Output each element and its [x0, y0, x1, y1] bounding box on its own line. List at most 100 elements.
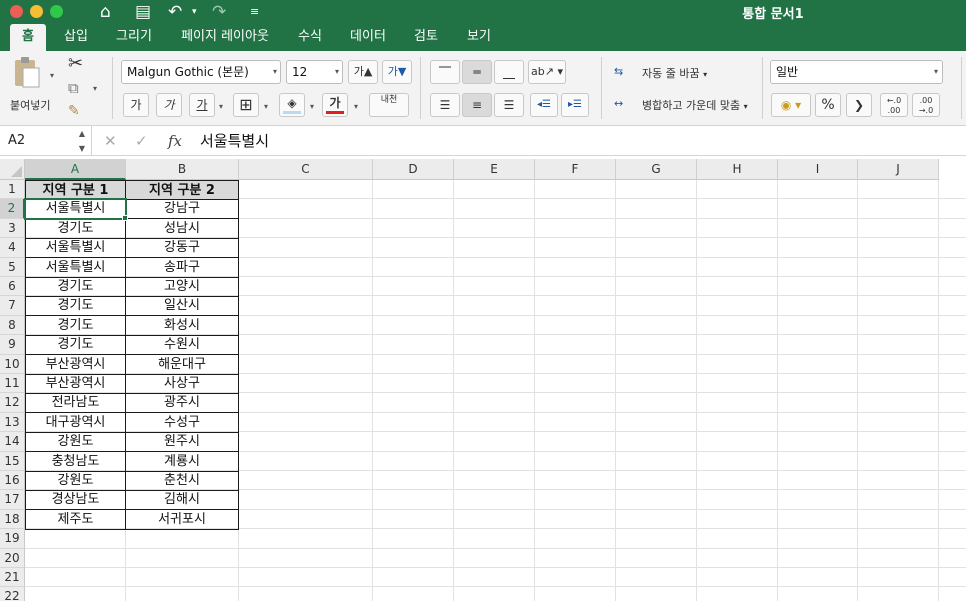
table-cell[interactable]: 원주시: [126, 432, 239, 453]
align-left-button[interactable]: ☰: [430, 93, 460, 117]
bold-button[interactable]: 가: [123, 93, 149, 117]
paste-dropdown-icon[interactable]: ▾: [50, 71, 54, 80]
tab-view[interactable]: 보기: [461, 24, 497, 51]
table-cell[interactable]: 경기도: [25, 218, 126, 239]
confirm-entry-button[interactable]: ✓: [135, 126, 148, 156]
insert-function-button[interactable]: fx: [168, 126, 182, 156]
decrease-decimal-button[interactable]: .00 →.0: [912, 93, 940, 117]
copy-icon[interactable]: ⧉: [68, 79, 79, 97]
comma-style-button[interactable]: ❯: [846, 93, 872, 117]
table-header-cell[interactable]: 지역 구분 1: [25, 180, 126, 200]
percent-button[interactable]: %: [815, 93, 841, 117]
table-cell[interactable]: 수성구: [126, 412, 239, 433]
decrease-indent-button[interactable]: ◂☰: [530, 93, 558, 117]
format-painter-icon[interactable]: ✎: [68, 103, 80, 119]
row-header-21[interactable]: 21: [0, 568, 25, 588]
align-top-button[interactable]: ⎺: [430, 60, 460, 84]
row-header-8[interactable]: 8: [0, 315, 25, 336]
row-header-15[interactable]: 15: [0, 451, 25, 471]
table-cell[interactable]: 사상구: [126, 374, 239, 394]
borders-dropdown-icon[interactable]: ▾: [264, 102, 268, 111]
column-header-i[interactable]: I: [778, 159, 858, 180]
worksheet-grid[interactable]: A B C D E F G H I J 1 2 3 4 5 6 7 8 9 10 11 12 13 14 15 16 17 18 19 2…: [0, 159, 966, 601]
table-cell[interactable]: 수원시: [126, 335, 239, 356]
table-cell[interactable]: 해운대구: [126, 354, 239, 375]
column-header-c[interactable]: C: [239, 159, 373, 180]
table-cell[interactable]: 서귀포시: [126, 509, 239, 530]
column-header-f[interactable]: F: [535, 159, 616, 180]
table-header-cell[interactable]: 지역 구분 2: [126, 180, 239, 200]
table-cell[interactable]: 일산시: [126, 296, 239, 317]
table-cell[interactable]: 경상남도: [25, 490, 126, 511]
fill-color-dropdown-icon[interactable]: ▾: [310, 102, 314, 111]
table-cell[interactable]: 충청남도: [25, 451, 126, 472]
cut-icon[interactable]: ✂: [68, 53, 83, 74]
row-header-9[interactable]: 9: [0, 335, 25, 355]
borders-button[interactable]: ⊞: [233, 93, 259, 117]
tab-page-layout[interactable]: 페이지 레이아웃: [175, 24, 275, 51]
cancel-entry-button[interactable]: ✕: [104, 126, 117, 156]
row-header-22[interactable]: 22: [0, 587, 25, 601]
tab-review[interactable]: 검토: [408, 24, 444, 51]
table-cell[interactable]: 성남시: [126, 218, 239, 239]
name-box-stepper-icon[interactable]: ▲ ▼: [79, 126, 85, 156]
row-header-7[interactable]: 7: [0, 296, 25, 316]
column-header-h[interactable]: H: [697, 159, 778, 180]
table-cell[interactable]: 강동구: [126, 238, 239, 259]
table-cell[interactable]: 광주시: [126, 393, 239, 414]
table-cell[interactable]: 계룡시: [126, 451, 239, 472]
table-cell[interactable]: 강원도: [25, 432, 126, 453]
row-header-17[interactable]: 17: [0, 490, 25, 510]
decrease-font-button[interactable]: 가▼: [382, 60, 412, 84]
font-size-dropdown-icon[interactable]: ▾: [335, 61, 339, 83]
accounting-format-button[interactable]: ◉ ▾: [771, 93, 811, 117]
table-cell[interactable]: 부산광역시: [25, 354, 126, 375]
table-cell[interactable]: 대구광역시: [25, 412, 126, 433]
row-header-14[interactable]: 14: [0, 432, 25, 452]
align-center-button[interactable]: ≡: [462, 93, 492, 117]
paste-icon[interactable]: [12, 56, 42, 90]
table-cell[interactable]: 화성시: [126, 315, 239, 336]
align-right-button[interactable]: ☰: [494, 93, 524, 117]
increase-decimal-button[interactable]: ←.0 .00: [880, 93, 908, 117]
column-header-j[interactable]: J: [858, 159, 939, 180]
increase-indent-button[interactable]: ▸☰: [561, 93, 589, 117]
font-name-dropdown-icon[interactable]: ▾: [273, 61, 277, 83]
row-header-11[interactable]: 11: [0, 374, 25, 394]
tab-insert[interactable]: 삽입: [58, 24, 94, 51]
tab-data[interactable]: 데이터: [344, 24, 392, 51]
orientation-button[interactable]: ab↗ ▾: [528, 60, 566, 84]
row-header-10[interactable]: 10: [0, 354, 25, 374]
formula-input[interactable]: 서울특별시: [200, 126, 269, 156]
wrap-text-button[interactable]: 자동 줄 바꿈 ▾: [642, 65, 707, 81]
number-format-select[interactable]: 일반 ▾: [770, 60, 943, 84]
align-bottom-button[interactable]: ⎽: [494, 60, 524, 84]
row-header-12[interactable]: 12: [0, 393, 25, 413]
column-header-b[interactable]: B: [126, 159, 239, 180]
row-header-18[interactable]: 18: [0, 509, 25, 530]
number-format-dropdown-icon[interactable]: ▾: [934, 61, 938, 83]
underline-button[interactable]: 가: [189, 93, 215, 117]
table-cell[interactable]: 서울특별시: [25, 199, 126, 220]
tab-formulas[interactable]: 수식: [292, 24, 328, 51]
select-all-button[interactable]: [0, 159, 25, 180]
row-header-6[interactable]: 6: [0, 277, 25, 297]
table-cell[interactable]: 춘천시: [126, 471, 239, 491]
row-header-4[interactable]: 4: [0, 238, 25, 258]
column-header-a[interactable]: A: [25, 159, 126, 180]
row-header-5[interactable]: 5: [0, 257, 25, 277]
table-cell[interactable]: 서울특별시: [25, 257, 126, 278]
name-box[interactable]: A2 ▲ ▼: [0, 126, 92, 156]
tab-home[interactable]: 홈: [10, 24, 46, 51]
column-header-e[interactable]: E: [454, 159, 535, 180]
table-cell[interactable]: 강원도: [25, 471, 126, 491]
fill-color-button[interactable]: ◈: [279, 93, 305, 117]
align-middle-button[interactable]: ═: [462, 60, 492, 84]
table-cell[interactable]: 경기도: [25, 277, 126, 297]
table-cell[interactable]: 경기도: [25, 315, 126, 336]
merge-center-button[interactable]: 병합하고 가운데 맞춤 ▾: [642, 97, 748, 113]
table-cell[interactable]: 서울특별시: [25, 238, 126, 259]
fill-handle[interactable]: [122, 214, 128, 221]
row-header-16[interactable]: 16: [0, 471, 25, 491]
table-cell[interactable]: 경기도: [25, 335, 126, 356]
